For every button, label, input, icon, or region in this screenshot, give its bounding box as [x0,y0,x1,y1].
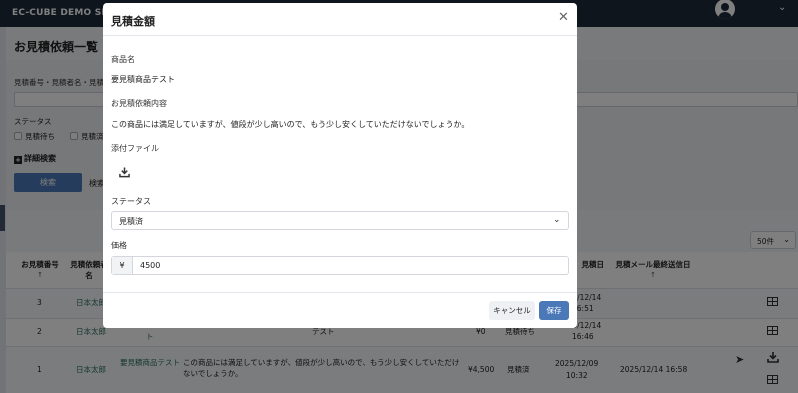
price-input-group: ¥ 4500 [111,256,569,275]
chevron-down-icon: ⌄ [553,215,561,225]
status-label: ステータス [111,197,151,206]
download-icon[interactable] [119,167,130,178]
modal-header: 見積金額 ✕ [103,3,577,36]
price-label: 価格 [111,241,127,250]
quote-price-modal: 見積金額 ✕ 商品名 要見積商品テスト お見積依頼内容 この商品には満足していま… [103,3,577,328]
product-name-label: 商品名 [111,55,135,64]
modal-footer [103,292,577,293]
currency-prefix: ¥ [112,257,133,274]
attachment-label: 添付ファイル [111,144,159,153]
request-content-value: この商品には満足していますが、値段が少し高いので、もう少し安くしていただけないで… [111,120,470,129]
product-name-value: 要見積商品テスト [111,75,175,84]
status-select[interactable]: 見積済 ⌄ [111,211,569,230]
close-icon[interactable]: ✕ [558,11,569,24]
status-select-value: 見積済 [119,217,143,226]
cancel-button[interactable]: キャンセル [489,301,535,320]
modal-title: 見積金額 [111,15,155,28]
request-content-label: お見積依頼内容 [111,99,167,108]
price-input[interactable]: 4500 [140,257,160,274]
save-button[interactable]: 保存 [539,301,569,320]
